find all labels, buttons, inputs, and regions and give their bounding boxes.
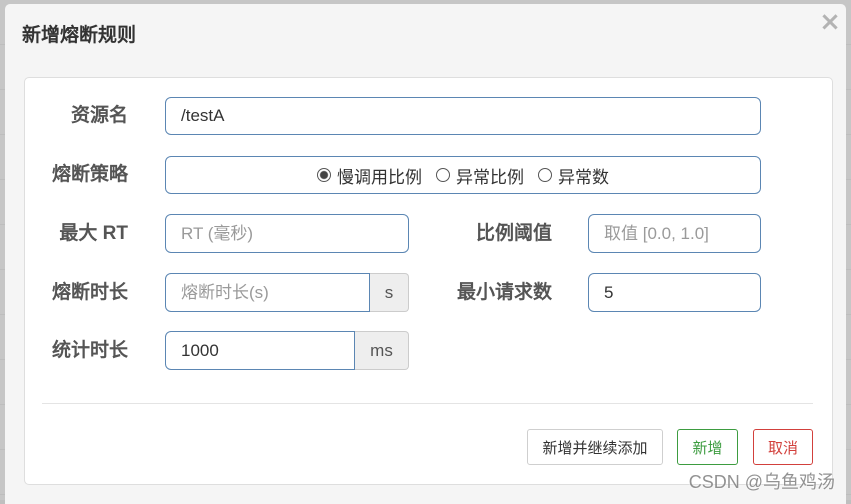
strategy-option-slow-ratio[interactable]: 慢调用比例	[317, 163, 422, 188]
strategy-option-label: 慢调用比例	[337, 167, 422, 187]
radio-icon[interactable]	[436, 168, 450, 182]
watermark: CSDN @乌鱼鸡汤	[688, 472, 835, 492]
resource-label: 资源名	[70, 105, 128, 126]
cancel-button[interactable]: 取消	[753, 429, 813, 465]
strategy-radio-group: 慢调用比例 异常比例 异常数	[165, 156, 761, 194]
modal-title: 新增熔断规则	[22, 25, 137, 46]
close-icon: ×	[819, 7, 841, 37]
min-request-input[interactable]	[588, 273, 761, 312]
footer-divider	[42, 403, 813, 404]
add-circuit-breaker-modal: 新增熔断规则 × 资源名 熔断策略 慢调用比例 异常比例 异常数 最大 RT 比	[5, 4, 846, 504]
strategy-option-error-count[interactable]: 异常数	[538, 163, 609, 188]
add-button[interactable]: 新增	[677, 429, 738, 465]
min-request-label: 最小请求数	[456, 282, 552, 303]
stat-duration-label: 统计时长	[51, 340, 128, 361]
max-rt-label: 最大 RT	[59, 223, 128, 244]
add-and-continue-button[interactable]: 新增并继续添加	[527, 429, 663, 465]
break-duration-unit: s	[370, 273, 409, 312]
strategy-option-label: 异常比例	[456, 167, 524, 187]
stat-duration-unit: ms	[355, 331, 409, 370]
radio-icon[interactable]	[538, 168, 552, 182]
strategy-label: 熔断策略	[51, 164, 128, 185]
stat-duration-input[interactable]	[165, 331, 355, 370]
strategy-option-label: 异常数	[558, 167, 609, 187]
break-duration-input[interactable]	[165, 273, 370, 312]
radio-icon[interactable]	[317, 168, 331, 182]
close-button[interactable]: ×	[818, 8, 842, 36]
break-duration-label: 熔断时长	[51, 282, 128, 303]
ratio-threshold-input[interactable]	[588, 214, 761, 253]
max-rt-input[interactable]	[165, 214, 409, 253]
strategy-option-error-ratio[interactable]: 异常比例	[436, 163, 524, 188]
form-panel: 资源名 熔断策略 慢调用比例 异常比例 异常数 最大 RT 比例阈值 熔断时长	[24, 77, 833, 485]
ratio-threshold-label: 比例阈值	[475, 223, 552, 244]
resource-input[interactable]	[165, 97, 761, 135]
